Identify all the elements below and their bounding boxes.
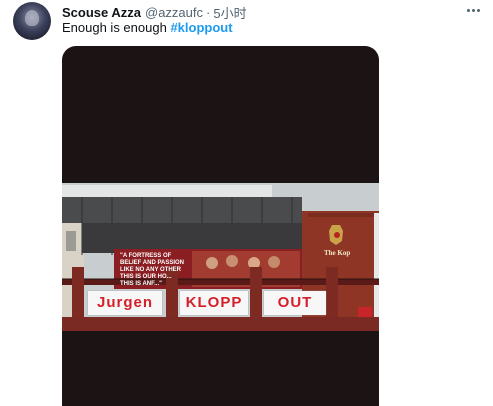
display-name[interactable]: Scouse Azza bbox=[62, 5, 141, 20]
separator-dot: · bbox=[206, 4, 211, 20]
mural-quote: "A FORTRESS OF BELIEF AND PASSION LIKE N… bbox=[120, 253, 185, 287]
more-dots-icon bbox=[476, 8, 480, 12]
user-handle[interactable]: @azzaufc bbox=[145, 5, 203, 20]
avatar-figure bbox=[25, 10, 39, 26]
tweet-timestamp[interactable]: 5小时 bbox=[213, 3, 246, 22]
hashtag-link[interactable]: #kloppout bbox=[170, 20, 232, 35]
more-options-button[interactable] bbox=[463, 2, 483, 18]
tweet-card[interactable]: Scouse Azza @azzaufc · 5小时 Enough is eno… bbox=[0, 0, 493, 406]
tweet-header: Scouse Azza @azzaufc · 5小时 bbox=[62, 3, 247, 21]
more-dots-icon bbox=[466, 8, 470, 12]
avatar[interactable] bbox=[13, 2, 51, 40]
tweet-media[interactable]: "A FORTRESS OF BELIEF AND PASSION LIKE N… bbox=[62, 46, 379, 406]
kop-sign: The Kop bbox=[324, 249, 351, 257]
banner-klopp: KLOPP bbox=[180, 291, 248, 315]
banner-out: OUT bbox=[264, 291, 326, 315]
tweet-text: Enough is enough #kloppout bbox=[62, 20, 233, 35]
more-dots-icon bbox=[471, 8, 475, 12]
banner-jurgen: Jurgen bbox=[88, 291, 162, 315]
stadium-photo: "A FORTRESS OF BELIEF AND PASSION LIKE N… bbox=[62, 183, 379, 331]
tweet-body-text: Enough is enough bbox=[62, 20, 167, 35]
